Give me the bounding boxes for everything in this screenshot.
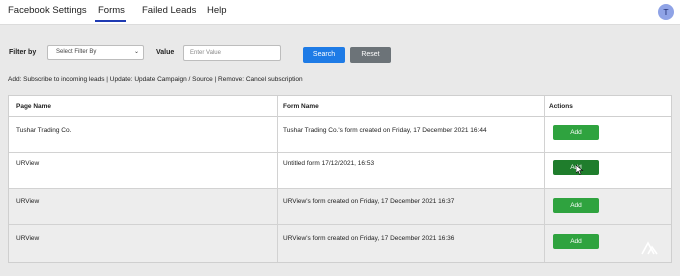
column-divider [544,96,545,262]
nav-help[interactable]: Help [207,5,227,16]
value-input[interactable]: Enter Value [183,45,281,61]
active-tab-indicator [95,20,126,22]
add-button[interactable]: Add [553,198,599,213]
form-name-cell: Untitled form 17/12/2021, 16:53 [283,160,375,167]
filter-select-value: Select Filter By [56,49,97,55]
page-name-cell: URView [16,160,40,167]
top-nav: Facebook Settings Forms Failed Leads Hel… [0,0,680,25]
value-input-placeholder: Enter Value [190,50,221,56]
add-button[interactable]: Add [553,234,599,249]
header-page-name: Page Name [16,103,52,110]
search-button[interactable]: Search [303,47,345,63]
filter-select[interactable]: Select Filter By ⌄ [47,45,144,60]
forms-table: Page Name Form Name Actions Tushar Tradi… [8,95,672,263]
form-name-cell: Tushar Trading Co.'s form created on Fri… [283,127,487,134]
page-name-cell: URView [16,198,40,205]
table-row: URView Untitled form 17/12/2021, 16:53 A… [9,153,671,189]
form-name-cell: URView's form created on Friday, 17 Dece… [283,235,455,242]
filter-by-label: Filter by [9,49,37,56]
page-name-cell: Tushar Trading Co. [16,127,72,134]
header-actions: Actions [549,103,573,110]
nav-forms[interactable]: Forms [98,5,125,16]
table-row: URView URView's form created on Friday, … [9,225,671,262]
form-name-cell: URView's form created on Friday, 17 Dece… [283,198,455,205]
column-divider [277,96,278,262]
table-row: Tushar Trading Co. Tushar Trading Co.'s … [9,117,671,153]
logo-icon [641,241,659,255]
value-label: Value [156,49,175,56]
reset-button[interactable]: Reset [350,47,391,63]
nav-failed-leads[interactable]: Failed Leads [142,5,196,16]
header-form-name: Form Name [283,103,319,110]
page-name-cell: URView [16,235,40,242]
avatar[interactable]: T [658,4,674,20]
table-row: URView URView's form created on Friday, … [9,189,671,225]
chevron-down-icon: ⌄ [133,49,139,55]
add-button[interactable]: Add [553,125,599,140]
table-header: Page Name Form Name Actions [9,96,671,117]
action-legend: Add: Subscribe to incoming leads | Updat… [8,76,303,83]
nav-facebook-settings[interactable]: Facebook Settings [8,5,87,16]
